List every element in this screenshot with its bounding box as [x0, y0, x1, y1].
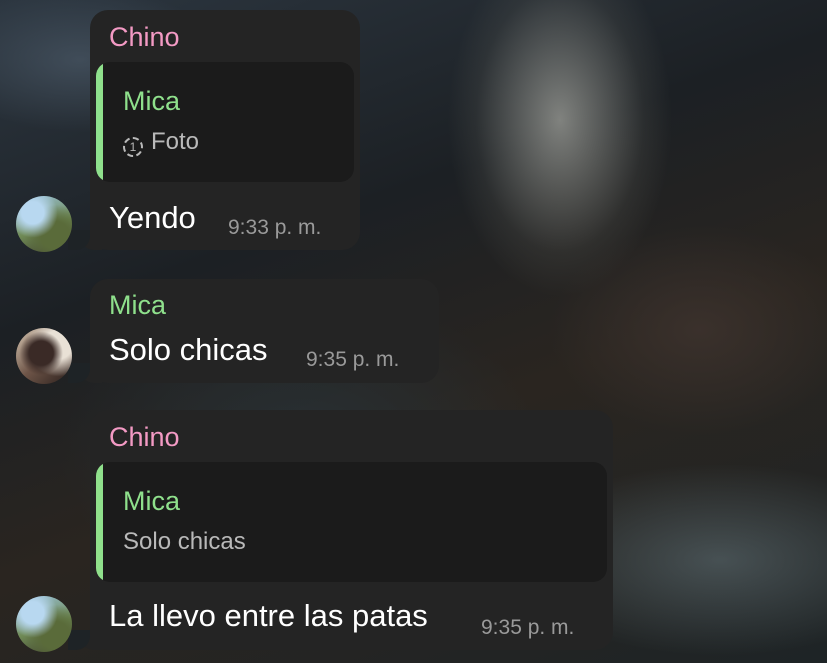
quoted-text: Foto — [151, 128, 200, 155]
quoted-sender: Mica — [123, 86, 181, 116]
message-text: Solo chicas — [109, 332, 268, 367]
quoted-message[interactable]: Mica 1 Foto — [96, 62, 354, 182]
message-time: 9:33 p. m. — [228, 216, 322, 239]
message-time: 9:35 p. m. — [306, 348, 400, 371]
quoted-text-row: 1 Foto — [123, 128, 199, 157]
bubble-tail — [68, 230, 102, 250]
message-bubble[interactable]: Chino Mica 1 Foto Yendo 9:33 p. m. — [90, 10, 360, 250]
quoted-text: Solo chicas — [123, 528, 246, 555]
message-bubble[interactable]: Mica Solo chicas 9:35 p. m. — [90, 279, 439, 383]
avatar[interactable] — [16, 596, 72, 652]
sender-name: Mica — [109, 290, 167, 320]
avatar[interactable] — [16, 328, 72, 384]
message-text: Yendo — [109, 200, 196, 235]
bubble-tail — [68, 630, 102, 650]
quote-bar — [96, 462, 103, 582]
sender-name: Chino — [109, 22, 180, 52]
bubble-tail — [68, 363, 102, 383]
quoted-sender: Mica — [123, 486, 181, 516]
quoted-message[interactable]: Mica Solo chicas — [96, 462, 607, 582]
sender-name: Chino — [109, 422, 180, 452]
message-bubble[interactable]: Chino Mica Solo chicas La llevo entre la… — [90, 410, 613, 650]
quote-bar — [96, 62, 103, 182]
message-text: La llevo entre las patas — [109, 598, 428, 633]
avatar[interactable] — [16, 196, 72, 252]
view-once-icon: 1 — [123, 137, 143, 157]
message-time: 9:35 p. m. — [481, 616, 575, 639]
